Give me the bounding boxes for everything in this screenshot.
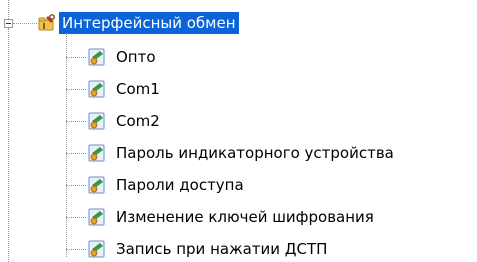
- settings-item-icon: [88, 176, 106, 194]
- tree-connector-root: [13, 23, 37, 24]
- settings-item-icon: [88, 240, 106, 258]
- tree-connector-item: [66, 121, 86, 122]
- tree-item-opto[interactable]: Опто: [0, 44, 477, 70]
- tree-connector-item: [66, 217, 86, 218]
- tree-connector-parent: [8, 0, 9, 19]
- tree-item-label: Запись при нажатии ДСТП: [116, 240, 328, 258]
- tree-item-label: Com2: [116, 112, 160, 130]
- tree-item-label: Com1: [116, 80, 160, 98]
- tree-item-change-keys[interactable]: Изменение ключей шифрования: [0, 204, 477, 230]
- tree-connector-item: [66, 57, 86, 58]
- settings-item-icon: [88, 144, 106, 162]
- tree-connector-item: [66, 249, 86, 250]
- settings-item-icon: [88, 48, 106, 66]
- tree-connector-item: [66, 153, 86, 154]
- tree-item-label: Опто: [116, 48, 156, 66]
- tree-connector-item: [66, 89, 86, 90]
- settings-item-icon: [88, 80, 106, 98]
- tree-item-label: Пароли доступа: [116, 176, 244, 194]
- tree-item-indicator-password[interactable]: Пароль индикаторного устройства: [0, 140, 477, 166]
- tree-item-com1[interactable]: Com1: [0, 76, 477, 102]
- tree-item-com2[interactable]: Com2: [0, 108, 477, 134]
- settings-tree: Интерфейсный обмен Опто Com1 Com2 Пароль…: [0, 0, 477, 262]
- tools-folder-icon: [38, 14, 56, 32]
- settings-item-icon: [88, 208, 106, 226]
- settings-item-icon: [88, 112, 106, 130]
- tree-root-label[interactable]: Интерфейсный обмен: [59, 12, 239, 34]
- tree-item-label: Изменение ключей шифрования: [116, 208, 374, 226]
- tree-item-label: Пароль индикаторного устройства: [116, 144, 394, 162]
- tree-item-access-passwords[interactable]: Пароли доступа: [0, 172, 477, 198]
- collapse-toggle[interactable]: [4, 19, 13, 28]
- tree-item-record-dstp[interactable]: Запись при нажатии ДСТП: [0, 236, 477, 262]
- tree-connector-item: [66, 185, 86, 186]
